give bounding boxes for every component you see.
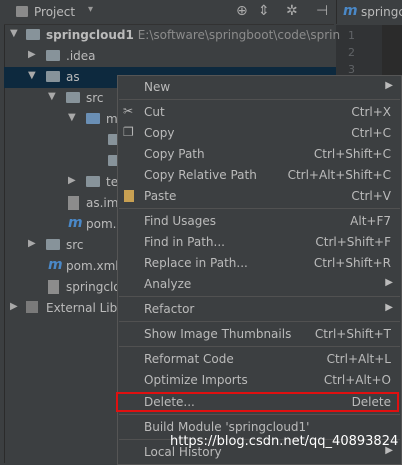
folder-icon (46, 50, 60, 61)
menu-item-label: Analyze (144, 277, 192, 291)
tree-label: src (66, 238, 84, 252)
submenu-arrow-icon: ▶ (385, 80, 393, 91)
menu-item-label: Build Module 'springcloud1' (144, 420, 310, 434)
tree-label: External Libr (46, 301, 123, 315)
menu-item-label: Find in Path... (144, 235, 225, 249)
maven-icon: m (68, 215, 83, 231)
menu-item-cut[interactable]: ✂ Cut Ctrl+X (118, 102, 401, 123)
collapse-icon[interactable]: ⇕ (258, 3, 270, 19)
menu-item-copy[interactable]: ❐ Copy Ctrl+C (118, 123, 401, 144)
folder-icon (26, 29, 40, 40)
folder-icon (66, 92, 80, 103)
project-icon (16, 6, 28, 17)
tree-path: E:\software\springboot\code\sprin (137, 28, 341, 42)
tree-label: as (66, 70, 80, 84)
menu-item-label: Cut (144, 105, 165, 119)
menu-item-shortcut: Alt+F7 (350, 214, 391, 228)
tree-label: m (106, 112, 118, 126)
menu-item-shortcut: Ctrl+Alt+O (323, 373, 391, 387)
menu-item-analyze[interactable]: Analyze ▶ (118, 274, 401, 295)
menu-separator (119, 208, 400, 209)
folder-icon (46, 71, 60, 82)
menu-item-shortcut: Ctrl+C (351, 126, 391, 140)
line-number: 1 (348, 29, 355, 42)
project-panel-header: Project ▾ ⊕ ⇕ ✲ ⊣ (4, 0, 334, 25)
menu-item-label: Optimize Imports (144, 373, 248, 387)
menu-separator (119, 99, 400, 100)
menu-item-new[interactable]: New ▶ (118, 77, 401, 98)
menu-item-shortcut: Ctrl+Shift+R (313, 256, 391, 270)
menu-separator (119, 346, 400, 347)
menu-item-label: New (144, 80, 171, 94)
folder-icon (86, 113, 100, 124)
editor-tab-label: springc (361, 5, 402, 19)
menu-separator (119, 321, 400, 322)
iml-file-icon (48, 280, 59, 294)
tree-label: pom.xml (66, 259, 119, 273)
sync-icon[interactable]: ⊕ (236, 3, 248, 19)
menu-item-reformat-code[interactable]: Reformat Code Ctrl+Alt+L (118, 349, 401, 370)
menu-item-paste[interactable]: Paste Ctrl+V (118, 186, 401, 207)
menu-item-find-in-path[interactable]: Find in Path... Ctrl+Shift+F (118, 232, 401, 253)
tree-row[interactable]: ▶ .idea (4, 46, 336, 67)
menu-item-shortcut: Ctrl+Shift+C (313, 147, 391, 161)
editor-tab[interactable]: m springc (336, 0, 402, 24)
tree-label: src (86, 91, 104, 105)
expand-arrow-icon[interactable]: ▼ (10, 28, 18, 39)
menu-item-label: Replace in Path... (144, 256, 248, 270)
project-title[interactable]: Project (34, 5, 75, 19)
tree-label: springclo (66, 280, 121, 294)
cut-icon: ✂ (123, 104, 134, 118)
expand-arrow-icon[interactable]: ▼ (68, 112, 76, 123)
hide-icon[interactable]: ⊣ (316, 3, 328, 19)
menu-separator (119, 296, 400, 297)
folder-icon (86, 176, 100, 187)
tree-label: springcloud1 (46, 28, 134, 42)
submenu-arrow-icon: ▶ (385, 302, 393, 313)
collapse-arrow-icon[interactable]: ▶ (68, 175, 76, 186)
menu-item-optimize-imports[interactable]: Optimize Imports Ctrl+Alt+O (118, 370, 401, 391)
menu-item-label: Copy Path (144, 147, 205, 161)
menu-item-label: Refactor (144, 302, 195, 316)
watermark-text: https://blog.csdn.net/qq_40893824 (170, 434, 399, 449)
line-number: 2 (348, 46, 355, 59)
folder-icon (46, 239, 60, 250)
menu-item-copy-relative-path[interactable]: Copy Relative Path Ctrl+Alt+Shift+C (118, 165, 401, 186)
menu-item-refactor[interactable]: Refactor ▶ (118, 299, 401, 320)
menu-item-label: Paste (144, 189, 177, 203)
menu-item-shortcut: Ctrl+Shift+F (315, 235, 391, 249)
maven-icon: m (343, 3, 358, 19)
expand-arrow-icon[interactable]: ▼ (28, 70, 36, 81)
menu-item-label: Copy (144, 126, 175, 140)
library-icon (26, 301, 38, 313)
menu-item-show-image-thumbnails[interactable]: Show Image Thumbnails Ctrl+Shift+T (118, 324, 401, 345)
menu-item-shortcut: Ctrl+X (351, 105, 391, 119)
menu-item-shortcut: Ctrl+Shift+T (314, 327, 391, 341)
menu-item-find-usages[interactable]: Find Usages Alt+F7 (118, 211, 401, 232)
menu-item-label: Find Usages (144, 214, 217, 228)
menu-item-label: Show Image Thumbnails (144, 327, 292, 341)
maven-icon: m (48, 257, 63, 273)
menu-item-shortcut: Ctrl+V (351, 189, 391, 203)
iml-file-icon (68, 196, 79, 210)
menu-item-replace-in-path[interactable]: Replace in Path... Ctrl+Shift+R (118, 253, 401, 274)
dropdown-arrow-icon[interactable]: ▾ (88, 4, 93, 15)
expand-arrow-icon[interactable]: ▼ (48, 91, 56, 102)
copy-icon: ❐ (123, 125, 134, 139)
tree-row[interactable]: ▼ springcloud1 E:\software\springboot\co… (4, 25, 340, 46)
collapse-arrow-icon[interactable]: ▶ (10, 301, 18, 312)
submenu-arrow-icon: ▶ (385, 277, 393, 288)
menu-separator (119, 414, 400, 415)
delete-highlight-box (116, 392, 399, 412)
menu-item-shortcut: Ctrl+Alt+L (326, 352, 391, 366)
collapse-arrow-icon[interactable]: ▶ (28, 238, 36, 249)
menu-item-shortcut: Ctrl+Alt+Shift+C (287, 168, 391, 182)
menu-item-label: Reformat Code (144, 352, 234, 366)
tree-label: .idea (66, 49, 96, 63)
gear-icon[interactable]: ✲ (286, 3, 298, 19)
paste-icon (124, 190, 134, 202)
collapse-arrow-icon[interactable]: ▶ (28, 49, 36, 60)
menu-item-label: Copy Relative Path (144, 168, 257, 182)
menu-item-copy-path[interactable]: Copy Path Ctrl+Shift+C (118, 144, 401, 165)
